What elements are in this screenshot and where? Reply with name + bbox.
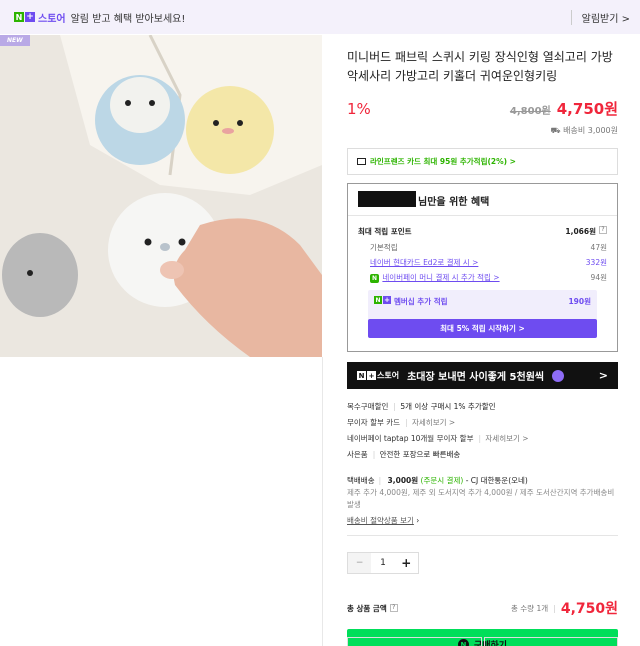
product-info: 미니버드 패브릭 스퀴시 키링 장식인형 열쇠고리 가방악세사리 가방고리 키홀… bbox=[347, 48, 618, 646]
installment-label: 무이자 할부 카드 bbox=[347, 418, 401, 427]
product-photo-illustration bbox=[0, 35, 322, 357]
saving-link[interactable]: 배송비 절약상품 보기 bbox=[347, 516, 414, 525]
max-points-value: 1,066원 bbox=[565, 227, 596, 236]
delivery-label: 택배배송 bbox=[347, 476, 375, 485]
quantity-input[interactable]: 1 bbox=[371, 553, 394, 573]
points-row-money[interactable]: N 네이버페이 머니 결제 시 추가 적립 > 94원 bbox=[358, 272, 607, 283]
plus-icon: + bbox=[383, 296, 391, 304]
taptap-row: 네이버페이 taptap 10개월 무이자 할부 | 자세히보기 > bbox=[347, 434, 529, 443]
points-row-card[interactable]: 네이버 현대카드 Ed2로 결제 시 > 332원 bbox=[358, 257, 607, 268]
original-price: 4,800원 bbox=[509, 106, 551, 117]
delivery-price: 3,000원 bbox=[387, 476, 419, 485]
gift-row: 사은품 | 안전한 포장으로 빠른배송 bbox=[347, 450, 461, 459]
delivery-carrier: - CJ 대한통운(오네) bbox=[465, 476, 528, 485]
points-row-value: 94원 bbox=[590, 273, 607, 282]
help-icon[interactable]: ? bbox=[599, 226, 607, 234]
chevron-right-icon: › bbox=[416, 516, 420, 525]
shipping-fee: ⛟ 배송비 3,000원 bbox=[347, 125, 619, 136]
truck-icon: ⛟ bbox=[550, 126, 564, 135]
membership-label: 멤버십 추가 적립 bbox=[394, 297, 448, 306]
subscribe-button[interactable]: 알림받기 > bbox=[570, 9, 630, 25]
naver-pay-icon: N bbox=[370, 274, 379, 283]
membership-row: N + 멤버십 추가 적립 190원 bbox=[374, 296, 591, 307]
delivery-prepaid: (주문시 결제) bbox=[420, 476, 464, 485]
plus-icon: + bbox=[367, 371, 376, 380]
taptap-link[interactable]: 자세히보기 > bbox=[485, 434, 528, 443]
card-icon bbox=[357, 158, 366, 165]
gift-label: 사은품 bbox=[347, 450, 368, 459]
installment-row: 무이자 할부 카드 | 자세히보기 > bbox=[347, 418, 456, 427]
total-row: 총 상품 금액 ? 총 수량 1개 | 4,750원 bbox=[347, 598, 618, 618]
saving-link-row[interactable]: 배송비 절약상품 보기 › bbox=[347, 515, 618, 527]
shipping-fee-text: 배송비 3,000원 bbox=[563, 126, 618, 135]
points-row-value: 47원 bbox=[590, 243, 607, 252]
membership-value: 190원 bbox=[568, 297, 591, 306]
secondary-button[interactable] bbox=[483, 637, 618, 646]
delivery-note: 제주 추가 4,000원, 제주 외 도서지역 추가 4,000원 / 제주 도… bbox=[347, 488, 615, 509]
total-label: 총 상품 금액 bbox=[347, 603, 387, 613]
card-benefit-text: 라인프렌즈 카드 최대 95원 추가적립(2%) > bbox=[370, 157, 516, 166]
membership-box: N + 멤버십 추가 적립 190원 최대 5% 적립 시작하기 > bbox=[368, 290, 597, 338]
discount-rate: 1% bbox=[347, 100, 371, 118]
column-divider bbox=[322, 357, 323, 646]
store-logo: 스토어 bbox=[38, 13, 66, 25]
total-quantity: 총 수량 1개 bbox=[510, 603, 549, 613]
taptap-label: 네이버페이 taptap 10개월 무이자 할부 bbox=[347, 434, 474, 443]
notification-bar: N + 스토어 알림 받고 혜택 받아보세요! 알림받기 > bbox=[0, 0, 640, 34]
product-title: 미니버드 패브릭 스퀴시 키링 장식인형 열쇠고리 가방악세사리 가방고리 키홀… bbox=[347, 50, 613, 83]
chevron-right-icon: > bbox=[598, 369, 608, 382]
delivery-row: 택배배송 | 3,000원 (주문시 결제) - CJ 대한통운(오네) bbox=[347, 476, 528, 485]
points-row-label[interactable]: 네이버 현대카드 Ed2로 결제 시 > bbox=[358, 257, 478, 268]
extra-benefits: 복수구매할인 | 5개 이상 구매시 1% 추가할인 무이자 할부 카드 | 자세히… bbox=[347, 399, 618, 463]
secondary-buttons bbox=[347, 637, 618, 646]
naver-n-icon: N bbox=[374, 296, 382, 304]
decrease-button[interactable]: − bbox=[348, 553, 372, 573]
benefit-title: 님만을 위한 혜택 bbox=[418, 197, 490, 208]
max-points-label: 최대 적립 포인트 bbox=[358, 227, 412, 236]
notification-message: 알림 받고 혜택 받아보세요! bbox=[70, 13, 186, 25]
gem-icon bbox=[552, 369, 565, 382]
secondary-button[interactable] bbox=[347, 637, 482, 646]
naver-n-icon: N bbox=[357, 371, 366, 380]
delivery-info: 택배배송 | 3,000원 (주문시 결제) - CJ 대한통운(오네) 제주 추… bbox=[347, 475, 618, 527]
sale-price: 4,750원 bbox=[556, 100, 618, 118]
gift-value: 안전한 포장으로 빠른배송 bbox=[379, 450, 461, 459]
banner-text: 초대장 보내면 사이좋게 5천원씩 bbox=[407, 372, 545, 383]
points-row-label[interactable]: 네이버페이 머니 결제 시 추가 적립 > bbox=[382, 273, 499, 282]
new-badge: NEW bbox=[0, 35, 30, 46]
naver-n-icon: N bbox=[14, 12, 24, 22]
divider bbox=[348, 215, 617, 216]
banner-store-logo: 스토어 bbox=[377, 371, 400, 380]
max-points-row: 최대 적립 포인트 1,066원 ? bbox=[358, 226, 607, 237]
divider bbox=[347, 535, 618, 536]
installment-link[interactable]: 자세히보기 > bbox=[412, 418, 455, 427]
points-row-value: 332원 bbox=[585, 258, 607, 267]
price-row: 1% 4,800원 4,750원 bbox=[347, 98, 618, 119]
card-benefit-banner[interactable]: 라인프렌즈 카드 최대 95원 추가적립(2%) > bbox=[347, 148, 618, 175]
help-icon[interactable]: ? bbox=[389, 604, 398, 612]
invite-banner[interactable]: N + 스토어 초대장 보내면 사이좋게 5천원씩 > bbox=[347, 362, 618, 389]
increase-button[interactable]: + bbox=[395, 553, 418, 573]
quantity-stepper: − 1 + bbox=[347, 552, 419, 574]
points-row-basic: 기본적립 47원 bbox=[358, 242, 607, 253]
multi-discount-value: 5개 이상 구매시 1% 추가할인 bbox=[400, 402, 496, 411]
total-price: 4,750원 bbox=[560, 601, 618, 617]
points-row-label-wrap: N 네이버페이 머니 결제 시 추가 적립 > bbox=[358, 272, 500, 283]
plus-icon: + bbox=[25, 12, 35, 22]
multi-discount-row: 복수구매할인 | 5개 이상 구매시 1% 추가할인 bbox=[347, 402, 496, 411]
points-row-label: 기본적립 bbox=[370, 243, 398, 252]
redacted-username bbox=[358, 191, 416, 207]
multi-discount-label: 복수구매할인 bbox=[347, 402, 389, 411]
benefit-box: 님만을 위한 혜택 최대 적립 포인트 1,066원 ? 기본적립 47원 네이… bbox=[347, 183, 618, 352]
membership-start-button[interactable]: 최대 5% 적립 시작하기 > bbox=[368, 319, 597, 338]
product-image[interactable]: NEW bbox=[0, 35, 322, 357]
